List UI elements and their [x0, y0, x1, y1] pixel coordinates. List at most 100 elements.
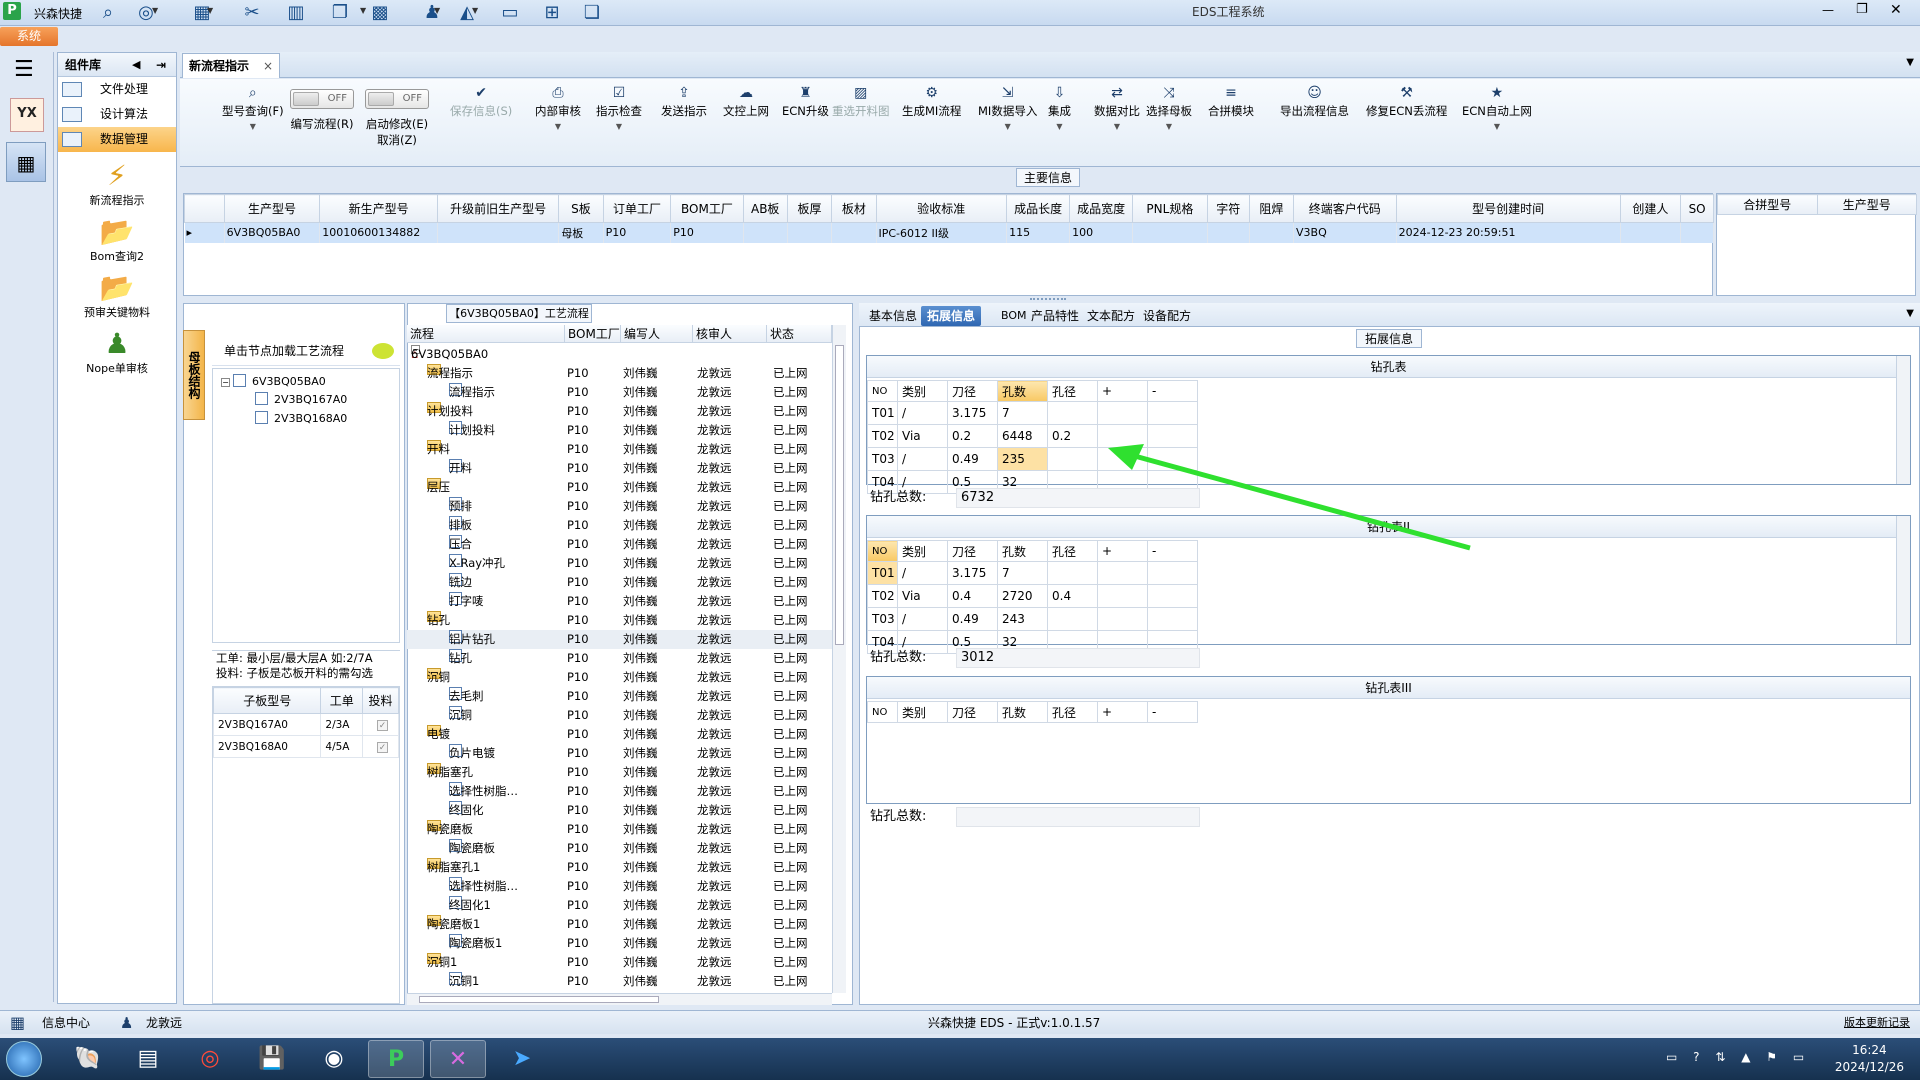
tab-dropdown-icon[interactable]: ▼ [1906, 57, 1914, 68]
table-cell[interactable] [743, 222, 788, 243]
drill-cell[interactable]: / [897, 401, 948, 425]
system-tab[interactable]: 系统 [0, 27, 58, 46]
ribbon-button-15[interactable]: ≡ 合拼模块 [1208, 85, 1254, 119]
hscroll-thumb[interactable] [419, 996, 659, 1003]
column-header[interactable]: - [1147, 380, 1198, 402]
column-header[interactable]: 孔径 [1047, 701, 1098, 723]
drill-cell[interactable]: 243 [997, 607, 1048, 631]
detail-tab-dropdown-icon[interactable]: ▼ [1906, 308, 1914, 319]
ribbon-button-3[interactable]: ✔ 保存信息(S) [450, 85, 512, 119]
column-header[interactable]: 成品长度 [1006, 194, 1071, 223]
process-hscroll[interactable] [407, 993, 832, 1005]
column-header[interactable]: 孔数 [997, 701, 1048, 723]
column-header[interactable]: 阻焊 [1248, 194, 1295, 223]
splitter-handle[interactable] [1030, 298, 1066, 302]
column-header[interactable]: 编写人 [621, 325, 693, 343]
ribbon-button-5[interactable]: ☑ 指示检查 ▼ [596, 85, 642, 131]
column-header[interactable]: 创建人 [1619, 194, 1682, 223]
windows-icon[interactable]: ⊞ [540, 2, 564, 24]
drill-cell[interactable]: T01 [867, 401, 898, 425]
column-header[interactable]: NO [867, 701, 898, 723]
table-cell[interactable]: 115 [1006, 222, 1071, 243]
yx-module-icon[interactable]: YX [10, 98, 44, 132]
drill-cell[interactable]: / [897, 561, 948, 585]
column-header[interactable]: 流程 [407, 325, 565, 343]
table-row[interactable]: ▸ 6V3BQ05BA0 10010600134882 母板 P10 P10 IPC-601… [184, 222, 1714, 243]
process-row[interactable]: −钻孔P10刘伟巍龙敦远已上网 [407, 611, 832, 630]
drill-cell-add[interactable] [1097, 561, 1148, 585]
scissors-icon[interactable]: ✂ [240, 2, 264, 24]
table-cell[interactable]: 10010600134882 [319, 222, 439, 243]
chevron-down-icon[interactable]: ▼ [472, 6, 478, 15]
column-header[interactable]: + [1097, 380, 1148, 402]
component-item[interactable]: 数据管理 [58, 127, 176, 152]
column-header[interactable]: 型号创建时间 [1395, 194, 1621, 223]
chevron-down-icon[interactable]: ▼ [152, 6, 158, 15]
drill-cell[interactable]: / [897, 607, 948, 631]
drill-cell-add[interactable] [1097, 401, 1148, 425]
process-root-row[interactable]: − ⌂ 6V3BQ05BA0 [407, 345, 832, 364]
ribbon-button-9[interactable]: ▨ 重选开料图 [832, 85, 890, 119]
process-row[interactable]: 铝片钻孔 P10 刘伟巍 龙敦远 已上网 [407, 630, 832, 649]
work-order-cell[interactable]: 2/3A [320, 713, 364, 736]
ribbon-button-16[interactable]: ☺ 导出流程信息 [1280, 85, 1349, 119]
quick-launch-item[interactable]: 📂 Bom查询2 [58, 216, 176, 264]
column-header[interactable]: 字符 [1206, 194, 1250, 223]
ribbon-button-0[interactable]: ⌕ 型号查询(F) ▼ [222, 85, 284, 131]
info-center-link[interactable]: 信息中心 [42, 1011, 90, 1035]
drill-cell[interactable]: 0.49 [947, 447, 998, 471]
sub-model-cell[interactable]: 2V3BQ167A0 [212, 713, 322, 736]
process-row[interactable]: −树脂塞孔P10刘伟巍龙敦远已上网 [407, 763, 832, 782]
ribbon-button-18[interactable]: ★ ECN自动上网 ▼ [1462, 85, 1532, 131]
process-row[interactable]: −陶瓷磨板1P10刘伟巍龙敦远已上网 [407, 915, 832, 934]
ribbon-button-11[interactable]: ⇲ MI数据导入 ▼ [978, 85, 1037, 131]
table-cell[interactable] [1680, 222, 1714, 243]
taskbar-pointer-icon[interactable]: ➤ [494, 1040, 550, 1078]
collapse-icon[interactable]: − [221, 378, 230, 387]
grid-icon[interactable]: ▦ [10, 1011, 25, 1035]
chevron-down-icon[interactable]: ▼ [207, 6, 213, 15]
drill-vscroll[interactable] [1896, 356, 1910, 484]
detail-tab-4[interactable]: 文本配方 [1081, 306, 1141, 326]
process-row[interactable]: −开料P10刘伟巍龙敦远已上网 [407, 440, 832, 459]
quick-launch-item[interactable]: 📂 预审关键物料 [58, 272, 176, 320]
process-vscroll[interactable] [832, 325, 846, 993]
grid-icon[interactable]: ▩ [368, 2, 392, 24]
taskbar-notepad-icon[interactable]: ▤ [120, 1040, 176, 1078]
ribbon-button-2[interactable]: OFF 启动修改(E) 取消(Z) [365, 89, 429, 148]
ribbon-button-8[interactable]: ♜ ECN升级 [782, 85, 829, 119]
process-row[interactable]: −陶瓷磨板P10刘伟巍龙敦远已上网 [407, 820, 832, 839]
drill-cell[interactable]: 7 [997, 401, 1048, 425]
process-row[interactable]: 沉铜1 P10 刘伟巍 龙敦远 已上网 [407, 972, 832, 991]
film-icon[interactable]: ▥ [284, 2, 308, 24]
chevron-down-icon[interactable]: ▼ [978, 122, 1037, 131]
process-row[interactable]: 排板 P10 刘伟巍 龙敦远 已上网 [407, 516, 832, 535]
monitor-icon[interactable]: ▭ [498, 2, 522, 24]
column-header[interactable]: 生产型号 [1816, 194, 1917, 215]
process-row[interactable]: −流程指示P10刘伟巍龙敦远已上网 [407, 364, 832, 383]
process-row[interactable]: −电镀P10刘伟巍龙敦远已上网 [407, 725, 832, 744]
column-header[interactable]: 孔数 [997, 540, 1048, 562]
drill-cell[interactable]: 0.2 [1047, 424, 1098, 448]
drill-cell[interactable] [1047, 447, 1098, 471]
column-header[interactable]: 孔径 [1047, 540, 1098, 562]
process-row[interactable]: 计划投料 P10 刘伟巍 龙敦远 已上网 [407, 421, 832, 440]
drill-cell[interactable]: 0.2 [947, 424, 998, 448]
chevron-down-icon[interactable]: ▼ [222, 122, 284, 131]
ribbon-button-14[interactable]: ⤨ 选择母板 ▼ [1146, 85, 1192, 131]
drill-cell-remove[interactable] [1147, 561, 1198, 585]
table-cell[interactable] [1207, 222, 1250, 243]
column-header[interactable]: 孔径 [1047, 380, 1098, 402]
sub-model-cell[interactable]: 2V3BQ168A0 [212, 735, 322, 758]
table-row[interactable]: T01/3.175 7 [867, 561, 1198, 585]
ribbon-button-6[interactable]: ⇪ 发送指示 [661, 85, 707, 119]
menu-icon[interactable]: ☰ [14, 59, 34, 81]
column-header[interactable]: 合拼型号 [1717, 194, 1818, 215]
ribbon-button-1[interactable]: OFF 编写流程(R) [290, 89, 354, 132]
taskbar-eds-icon[interactable]: P [368, 1040, 424, 1078]
column-header[interactable]: 刀径 [947, 701, 998, 723]
table-cell[interactable] [437, 222, 560, 243]
feed-cell[interactable]: ✓ [362, 713, 399, 736]
process-row[interactable]: 选择性树脂… P10 刘伟巍 龙敦远 已上网 [407, 782, 832, 801]
scroll-thumb[interactable] [835, 345, 844, 645]
